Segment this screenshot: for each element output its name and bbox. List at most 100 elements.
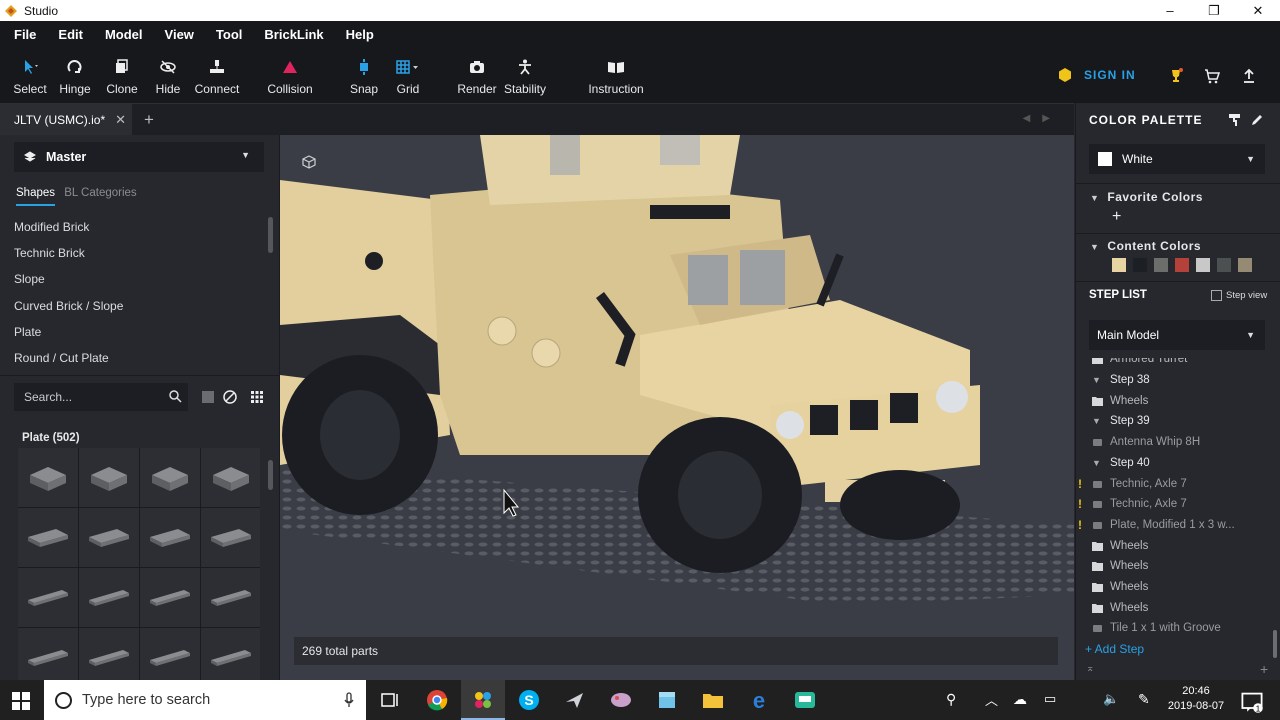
step-item-row[interactable]: Wheels <box>1076 597 1280 618</box>
taskbar-clock[interactable]: 20:46 2019-08-07 <box>1166 684 1226 714</box>
category-item[interactable]: Slope <box>0 266 270 292</box>
color-swatch[interactable] <box>1133 258 1147 272</box>
content-colors-toggle[interactable]: ▼ Content Colors <box>1090 239 1201 253</box>
part-thumbnail[interactable] <box>79 508 139 567</box>
chrome-icon[interactable] <box>425 688 449 712</box>
color-filter-icon[interactable] <box>201 390 215 404</box>
file-explorer-icon[interactable] <box>701 688 725 712</box>
part-thumbnail[interactable] <box>18 448 78 507</box>
step-header-row[interactable]: ▼ Step 38 <box>1076 370 1280 391</box>
tab-jltv-document[interactable]: JLTV (USMC).io* ✕ <box>0 104 132 136</box>
color-swatch[interactable] <box>1112 258 1126 272</box>
part-thumbnail[interactable] <box>79 448 139 507</box>
snap-tool-button[interactable]: Snap <box>348 56 380 96</box>
pen-icon[interactable]: ✎ <box>1138 691 1150 720</box>
color-swatch[interactable] <box>1154 258 1168 272</box>
paint-roller-icon[interactable] <box>1228 113 1242 127</box>
chevron-down-icon[interactable]: ▼ <box>1092 458 1101 468</box>
step-item-row[interactable]: Wheels <box>1076 577 1280 598</box>
network-icon[interactable]: ▭ <box>1044 691 1056 720</box>
menu-edit[interactable]: Edit <box>58 27 83 42</box>
hinge-tool-button[interactable]: Hinge <box>57 56 93 96</box>
part-thumbnail[interactable] <box>79 568 139 627</box>
collision-tool-button[interactable]: Collision <box>266 56 314 96</box>
3d-viewport[interactable]: 269 total parts <box>280 135 1074 680</box>
step-item-row[interactable]: ! Technic, Axle 7 <box>1076 473 1280 494</box>
menu-model[interactable]: Model <box>105 27 143 42</box>
chevron-down-icon[interactable]: ▼ <box>1092 416 1101 426</box>
parts-grid-scrollbar[interactable] <box>268 460 273 490</box>
master-model-dropdown[interactable]: Master ▼ <box>14 142 264 172</box>
color-selector-dropdown[interactable]: White ▼ <box>1089 144 1265 174</box>
step-view-checkbox[interactable] <box>1211 290 1222 301</box>
brush-filter-icon[interactable] <box>223 390 237 404</box>
maximize-button[interactable]: ❐ <box>1192 0 1236 21</box>
part-thumbnail[interactable] <box>79 628 139 680</box>
select-tool-button[interactable]: Select <box>13 56 47 96</box>
step-header-row[interactable]: ▼ Step 40 <box>1076 453 1280 474</box>
view-cube-icon[interactable] <box>302 155 316 169</box>
menu-view[interactable]: View <box>165 27 194 42</box>
step-item-row[interactable]: ! Technic, Axle 7 <box>1076 494 1280 515</box>
part-thumbnail[interactable] <box>201 448 260 507</box>
add-tab-button[interactable]: + <box>144 110 154 130</box>
part-thumbnail[interactable] <box>201 568 260 627</box>
step-item-row[interactable]: Wheels <box>1076 556 1280 577</box>
menu-help[interactable]: Help <box>346 27 374 42</box>
cart-icon[interactable] <box>1198 64 1226 88</box>
category-scrollbar[interactable] <box>268 217 273 253</box>
part-thumbnail[interactable] <box>201 508 260 567</box>
part-thumbnail[interactable] <box>18 508 78 567</box>
favorite-colors-toggle[interactable]: ▼ Favorite Colors <box>1090 190 1203 204</box>
step-header-row[interactable]: ▼ Step 39 <box>1076 411 1280 432</box>
search-icon[interactable] <box>168 389 182 403</box>
instruction-tool-button[interactable]: Instruction <box>586 56 646 96</box>
render-tool-button[interactable]: Render <box>457 56 497 96</box>
notifications-icon[interactable]: 1 <box>1240 690 1264 714</box>
step-item-row[interactable]: ! Plate, Modified 1 x 3 w... <box>1076 515 1280 536</box>
windows-start-icon[interactable] <box>12 692 30 710</box>
menu-bricklink[interactable]: BrickLink <box>264 27 323 42</box>
add-icon[interactable]: + <box>1260 661 1268 677</box>
upload-icon[interactable] <box>1235 64 1263 88</box>
step-item-row[interactable]: Wheels <box>1076 390 1280 411</box>
add-favorite-color-button[interactable]: + <box>1112 208 1121 226</box>
studio-taskbar-icon[interactable] <box>471 688 495 712</box>
app-monitor-icon[interactable] <box>793 688 817 712</box>
connect-tool-button[interactable]: Connect <box>194 56 240 96</box>
tray-chevron-icon[interactable]: ︿ <box>985 690 998 720</box>
close-tab-icon[interactable]: ✕ <box>115 112 126 128</box>
collapse-icon[interactable]: ⌅ <box>1086 663 1094 674</box>
part-thumbnail[interactable] <box>18 628 78 680</box>
minimize-button[interactable]: – <box>1148 0 1192 21</box>
part-search-input[interactable] <box>24 390 154 404</box>
tab-scroll-arrows[interactable]: ◀▶ <box>1023 113 1062 124</box>
category-item[interactable]: Modified Brick <box>0 214 270 240</box>
add-step-button[interactable]: + Add Step <box>1085 642 1144 656</box>
category-item[interactable]: Technic Brick <box>0 240 270 266</box>
step-item-row[interactable]: Wheels <box>1076 535 1280 556</box>
tab-shapes[interactable]: Shapes <box>16 187 56 206</box>
part-thumbnail[interactable] <box>18 568 78 627</box>
category-item[interactable]: Round / Cut Plate <box>0 345 270 371</box>
grid-view-icon[interactable] <box>250 390 264 404</box>
main-model-dropdown[interactable]: Main Model ▼ <box>1089 320 1265 350</box>
step-item-row[interactable]: Antenna Whip 8H <box>1076 432 1280 453</box>
stability-tool-button[interactable]: Stability <box>502 56 548 96</box>
microphone-icon[interactable] <box>344 692 354 708</box>
pencil-icon[interactable] <box>1250 113 1264 127</box>
tab-bl-categories[interactable]: BL Categories <box>64 187 136 199</box>
app-brain-icon[interactable] <box>609 688 633 712</box>
volume-icon[interactable]: 🔈 <box>1103 691 1119 720</box>
menu-file[interactable]: File <box>14 27 36 42</box>
skype-icon[interactable]: S <box>517 688 541 712</box>
category-item[interactable]: Plate <box>0 319 270 345</box>
clone-tool-button[interactable]: Clone <box>104 56 140 96</box>
category-item[interactable]: Curved Brick / Slope <box>0 293 270 319</box>
grid-tool-button[interactable]: Grid <box>393 56 423 96</box>
color-swatch[interactable] <box>1238 258 1252 272</box>
sign-in-button[interactable]: SIGN IN <box>1058 68 1136 82</box>
part-thumbnail[interactable] <box>140 508 200 567</box>
step-item-row[interactable]: Armored Turret <box>1076 358 1280 370</box>
part-thumbnail[interactable] <box>140 448 200 507</box>
